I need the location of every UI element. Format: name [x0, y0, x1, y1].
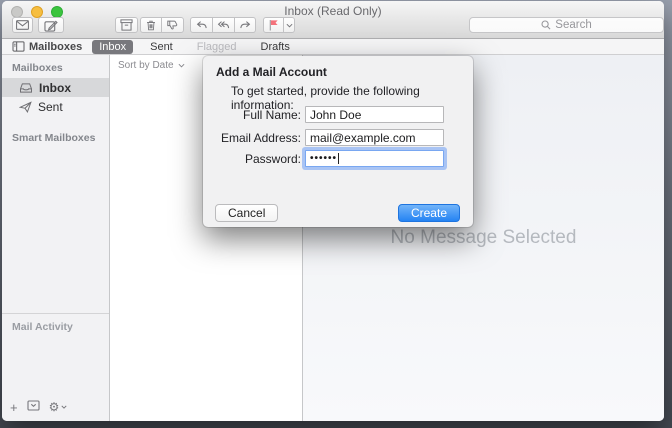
- flag-button[interactable]: [263, 17, 284, 33]
- password-row: Password: ••••••: [203, 150, 444, 167]
- favorite-inbox[interactable]: Inbox: [92, 40, 133, 54]
- sidebar-panel-icon: [12, 41, 25, 52]
- chevron-down-icon: [61, 405, 67, 409]
- forward-button[interactable]: [234, 17, 256, 33]
- favorites-bar: Mailboxes Inbox Sent Flagged Drafts: [2, 39, 664, 55]
- show-action-button[interactable]: [27, 398, 40, 416]
- get-mail-button[interactable]: [12, 17, 33, 33]
- reply-button[interactable]: [190, 17, 213, 33]
- reply-all-icon: [217, 20, 230, 31]
- gear-menu-button[interactable]: ⚙: [49, 401, 68, 413]
- sidebar-section-smart-mailboxes: Smart Mailboxes: [2, 125, 109, 148]
- reply-group: [190, 17, 256, 33]
- full-name-field[interactable]: [305, 106, 444, 123]
- toolbar: Search: [2, 17, 664, 34]
- favorite-flagged[interactable]: Flagged: [190, 40, 244, 54]
- favorite-drafts[interactable]: Drafts: [254, 40, 297, 54]
- flag-group: [263, 17, 295, 33]
- compose-icon: [44, 19, 58, 32]
- titlebar: Inbox (Read Only): [2, 1, 664, 39]
- chevron-down-icon: [178, 63, 185, 68]
- mail-window: Inbox (Read Only): [2, 1, 664, 421]
- reply-all-button[interactable]: [212, 17, 235, 33]
- sidebar-item-label: Sent: [38, 100, 63, 114]
- no-message-selected-text: No Message Selected: [391, 227, 577, 249]
- trash-junk-group: [140, 17, 184, 33]
- thumbs-down-icon: [166, 19, 179, 31]
- sidebar-item-sent[interactable]: Sent: [2, 97, 109, 116]
- show-action-icon: [27, 400, 40, 411]
- create-button[interactable]: Create: [398, 204, 460, 222]
- full-name-label: Full Name:: [203, 108, 305, 122]
- add-mail-account-dialog: Add a Mail Account To get started, provi…: [203, 56, 473, 227]
- sidebar: Mailboxes Inbox Sent Smart Mailboxes Mai…: [2, 55, 110, 421]
- email-address-row: Email Address:: [203, 129, 444, 146]
- email-address-field[interactable]: [305, 129, 444, 146]
- favorite-sent[interactable]: Sent: [143, 40, 180, 54]
- flag-menu-button[interactable]: [283, 17, 295, 33]
- window-title: Inbox (Read Only): [2, 4, 664, 18]
- sidebar-item-label: Inbox: [39, 81, 71, 95]
- sidebar-section-mailboxes: Mailboxes: [2, 55, 109, 78]
- flag-icon: [268, 19, 279, 31]
- search-input[interactable]: Search: [469, 17, 664, 33]
- gear-icon: ⚙: [49, 401, 60, 413]
- mail-activity-label: Mail Activity: [2, 314, 109, 337]
- add-mailbox-button[interactable]: +: [10, 401, 18, 414]
- cancel-button[interactable]: Cancel: [215, 204, 278, 222]
- compose-button[interactable]: [38, 17, 64, 33]
- trash-icon: [145, 19, 157, 31]
- mail-activity-panel: Mail Activity: [2, 313, 109, 337]
- password-field[interactable]: ••••••: [305, 150, 444, 167]
- sort-label: Sort by Date: [118, 60, 174, 71]
- paper-plane-icon: [19, 101, 32, 113]
- password-label: Password:: [203, 152, 305, 166]
- email-address-label: Email Address:: [203, 131, 305, 145]
- trash-button[interactable]: [140, 17, 162, 33]
- sidebar-bottom-bar: + ⚙: [10, 398, 67, 416]
- forward-icon: [239, 20, 252, 31]
- full-name-row: Full Name:: [203, 106, 444, 123]
- reply-icon: [195, 20, 208, 31]
- junk-button[interactable]: [161, 17, 184, 33]
- search-placeholder: Search: [555, 19, 591, 31]
- archive-button[interactable]: [115, 17, 138, 33]
- text-caret: [338, 153, 339, 164]
- password-dots: ••••••: [310, 153, 337, 164]
- mailboxes-toggle[interactable]: Mailboxes: [12, 41, 82, 53]
- search-icon: [541, 20, 551, 30]
- dialog-title: Add a Mail Account: [216, 65, 327, 79]
- sidebar-item-inbox[interactable]: Inbox: [2, 78, 109, 97]
- inbox-icon: [19, 82, 33, 93]
- envelope-icon: [16, 20, 29, 30]
- mailboxes-toggle-label: Mailboxes: [29, 41, 82, 53]
- chevron-down-icon: [286, 23, 293, 28]
- archive-icon: [120, 19, 133, 31]
